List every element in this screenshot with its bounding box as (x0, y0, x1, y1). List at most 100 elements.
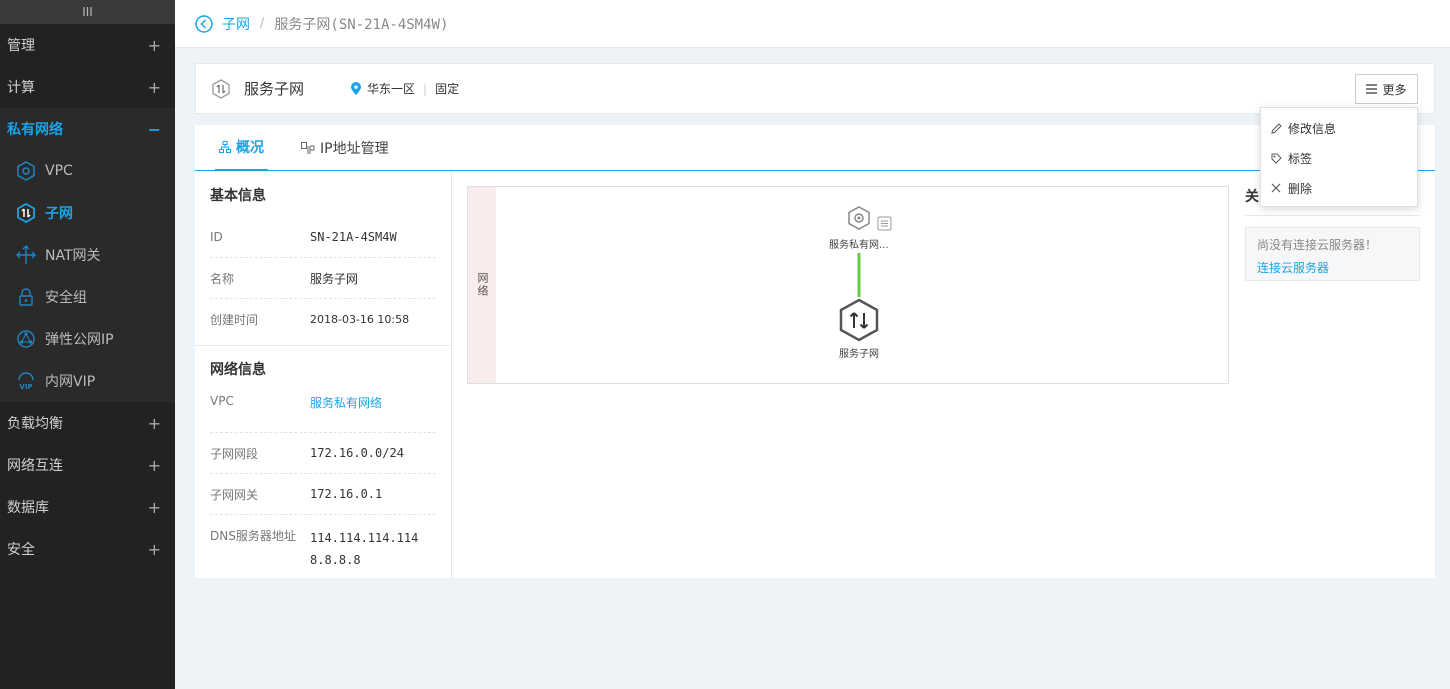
subnet-type: 固定 (435, 82, 460, 96)
subnet-node-icon[interactable] (839, 298, 879, 342)
expand-icon: + (147, 455, 161, 475)
info-value: SN-21A-4SM4W (310, 230, 397, 244)
breadcrumb-current: 服务子网(SN-21A-4SM4W) (274, 16, 449, 33)
back-icon[interactable] (195, 14, 213, 33)
empty-state: 尚没有连接云服务器！ 连接云服务器 (1245, 227, 1420, 281)
basic-info-list: ID SN-21A-4SM4W 名称 服务子网 创建时间 2018-03-16 … (195, 217, 451, 340)
info-row-vpc: VPC 服务私有网络 (210, 391, 436, 433)
tab-overview[interactable]: 概况 (215, 125, 268, 171)
sidebar-group-label: 负载均衡 (7, 416, 63, 432)
info-row-id: ID SN-21A-4SM4W (210, 217, 436, 258)
info-pane: 基本信息 ID SN-21A-4SM4W 名称 服务子网 创建时间 2018-0… (195, 172, 452, 578)
sidebar-item-label: VPC (45, 163, 73, 179)
ip-icon (301, 141, 315, 155)
sidebar-item-vip[interactable]: VIP 内网VIP (0, 360, 175, 402)
topology-diagram: 网络 服务私有网... 服务子网 (467, 186, 1229, 384)
sidebar-group-security[interactable]: 安全 + (0, 528, 175, 570)
info-row-gateway: 子网网关 172.16.0.1 (210, 474, 436, 515)
menu-item-edit[interactable]: 修改信息 (1261, 113, 1417, 143)
sidebar-item-label: 内网VIP (45, 374, 96, 390)
expand-icon: + (147, 413, 161, 433)
expand-icon: + (147, 539, 161, 559)
tab-bar: 概况 IP地址管理 (195, 125, 1435, 171)
svg-text:VIP: VIP (19, 383, 32, 391)
menu-item-label: 标签 (1288, 151, 1313, 166)
sidebar: III 管理 + 计算 + 私有网络 − VPC 子网 NAT网关 安全组 弹性… (0, 0, 175, 689)
more-dropdown-menu: 修改信息 标签 删除 (1260, 107, 1418, 207)
sidebar-group-label: 管理 (7, 38, 35, 54)
vpc-node-icon[interactable] (848, 206, 870, 230)
sidebar-group-label: 私有网络 (7, 122, 63, 138)
sidebar-group-label: 安全 (7, 542, 35, 558)
sidebar-group-private-network[interactable]: 私有网络 − (0, 108, 175, 150)
close-icon (1271, 183, 1283, 193)
sidebar-item-label: 弹性公网IP (45, 332, 114, 348)
menu-item-tag[interactable]: 标签 (1261, 143, 1417, 173)
sidebar-item-vpc[interactable]: VPC (0, 150, 175, 192)
info-row-cidr: 子网网段 172.16.0.0/24 (210, 433, 436, 474)
vpc-link[interactable]: 服务私有网络 (310, 394, 382, 411)
section-title-network: 网络信息 (210, 361, 266, 378)
expand-icon: + (147, 35, 161, 55)
more-button[interactable]: 更多 (1355, 74, 1418, 104)
nat-icon (16, 245, 36, 265)
vip-icon: VIP (16, 371, 36, 391)
sidebar-item-label: 安全组 (45, 290, 87, 306)
sidebar-group-manage[interactable]: 管理 + (0, 24, 175, 66)
tag-icon (1271, 153, 1283, 164)
subnet-node-label: 服务子网 (839, 349, 879, 360)
sitemap-icon (219, 141, 231, 153)
subnet-icon (16, 203, 36, 223)
sidebar-item-label: NAT网关 (45, 248, 101, 264)
sidebar-submenu: VPC 子网 NAT网关 安全组 弹性公网IP VIP 内网VIP (0, 150, 175, 402)
menu-item-label: 删除 (1288, 181, 1313, 196)
sidebar-collapse-icon[interactable]: III (0, 0, 175, 24)
info-value: 服务子网 (310, 271, 359, 286)
pencil-icon (1271, 122, 1283, 134)
empty-state-text: 尚没有连接云服务器！ (1257, 238, 1378, 252)
sidebar-group-database[interactable]: 数据库 + (0, 486, 175, 528)
connect-server-link[interactable]: 连接云服务器 (1257, 259, 1408, 276)
info-value: 172.16.0.1 (310, 487, 383, 501)
tab-label: 概况 (236, 140, 264, 156)
dns-value: 8.8.8.8 (310, 553, 361, 567)
info-value: 172.16.0.0/24 (310, 446, 404, 460)
breadcrumb-parent-link[interactable]: 子网 (222, 14, 250, 34)
menu-item-delete[interactable]: 删除 (1261, 173, 1417, 203)
info-row-created: 创建时间 2018-03-16 10:58 (210, 299, 436, 340)
menu-icon (1366, 84, 1378, 94)
list-icon[interactable] (877, 216, 892, 231)
region-label: 华东一区 (367, 82, 416, 96)
sidebar-item-security-group[interactable]: 安全组 (0, 276, 175, 318)
tab-ip-management[interactable]: IP地址管理 (301, 125, 389, 171)
menu-item-label: 修改信息 (1288, 121, 1337, 136)
region-info: 华东一区 | 固定 (351, 80, 459, 97)
sidebar-group-load-balance[interactable]: 负载均衡 + (0, 402, 175, 444)
page-title: 服务子网 (244, 80, 305, 98)
dns-value: 114.114.114.114 (310, 531, 419, 545)
sidebar-group-interconnect[interactable]: 网络互连 + (0, 444, 175, 486)
info-key: DNS服务器地址 (210, 529, 296, 543)
more-button-label: 更多 (1382, 82, 1407, 97)
info-key: VPC (210, 394, 234, 408)
resource-header: 服务子网 华东一区 | 固定 更多 (195, 63, 1435, 114)
eip-icon (16, 329, 36, 349)
info-value: 2018-03-16 10:58 (310, 313, 410, 326)
breadcrumb-separator: / (260, 16, 265, 31)
detail-panel: 概况 IP地址管理 基本信息 ID SN-21A-4SM4W 名称 服务子网 创… (195, 125, 1435, 578)
lock-icon (16, 287, 36, 307)
breadcrumb: 子网 / 服务子网(SN-21A-4SM4W) (175, 0, 1450, 48)
info-key: ID (210, 230, 223, 244)
sidebar-item-subnet[interactable]: 子网 (0, 192, 175, 234)
sidebar-group-label: 网络互连 (7, 458, 63, 474)
subnet-icon (212, 78, 230, 99)
info-key: 创建时间 (210, 313, 259, 327)
vpc-icon (16, 161, 36, 181)
info-row-name: 名称 服务子网 (210, 258, 436, 299)
sidebar-item-nat[interactable]: NAT网关 (0, 234, 175, 276)
sidebar-item-eip[interactable]: 弹性公网IP (0, 318, 175, 360)
sidebar-group-compute[interactable]: 计算 + (0, 66, 175, 108)
section-title-basic: 基本信息 (210, 187, 266, 204)
info-key: 子网网段 (210, 446, 259, 461)
location-pin-icon (351, 82, 362, 95)
